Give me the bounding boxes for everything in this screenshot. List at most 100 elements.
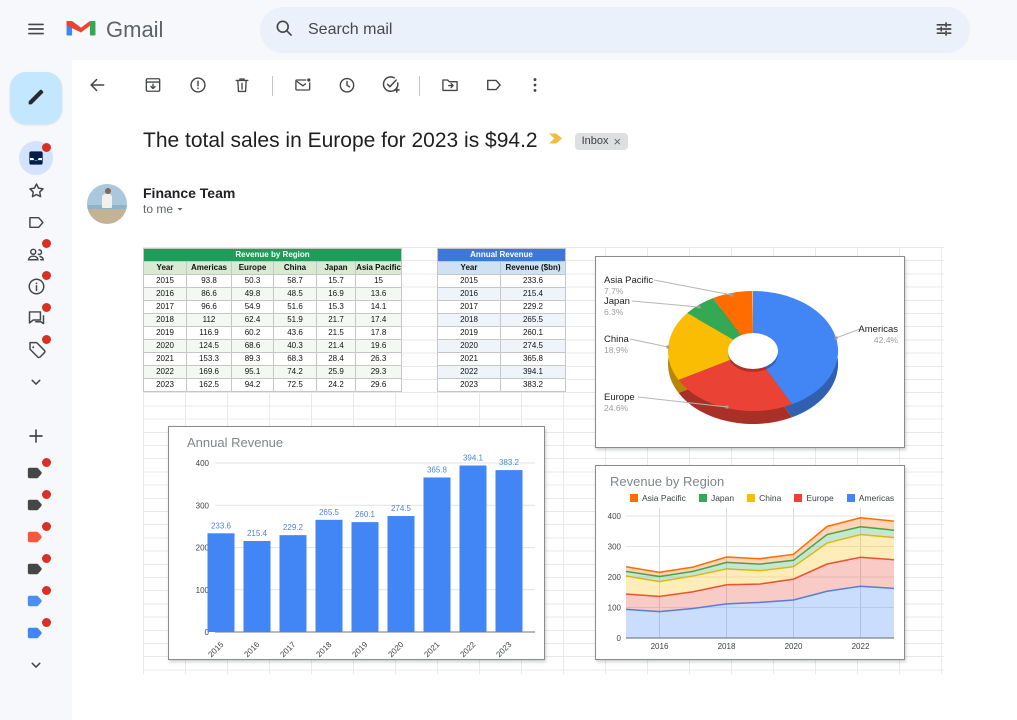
sidebar-item-add[interactable]	[14, 420, 58, 452]
move-to-button[interactable]	[435, 71, 465, 101]
table-cell: 2017	[144, 301, 187, 314]
annual-revenue-table: Annual RevenueYearRevenue ($bn)2015233.6…	[437, 248, 565, 392]
sidebar-item-starred[interactable]	[14, 174, 58, 206]
table-cell: 51.9	[274, 314, 317, 327]
back-button[interactable]	[82, 71, 112, 101]
table-cell: 2022	[438, 366, 501, 379]
area-chart: 20162018202020220100200300400	[596, 466, 904, 659]
bar-value-label: 215.4	[247, 529, 268, 538]
table-row: 2021153.389.368.328.426.3	[144, 353, 402, 366]
bar	[460, 465, 487, 632]
pie-slice-label: Asia Pacific	[604, 275, 653, 286]
sender-avatar[interactable]	[87, 184, 127, 224]
bar-value-label: 365.8	[427, 465, 448, 474]
sidebar-item-expand-more[interactable]	[14, 366, 58, 398]
table-cell: 40.3	[274, 340, 317, 353]
more-button[interactable]	[520, 71, 550, 101]
table-cell: 2019	[438, 327, 501, 340]
search-bar[interactable]	[260, 7, 970, 53]
notification-dot	[42, 271, 51, 280]
table-row: 2020124.568.640.321.419.6	[144, 340, 402, 353]
bar	[316, 520, 343, 632]
notification-dot	[42, 522, 51, 531]
sidebar-item-user-label-4[interactable]	[14, 553, 58, 585]
table-cell: 25.9	[317, 366, 356, 379]
importance-marker-icon[interactable]	[548, 131, 565, 151]
search-input[interactable]	[306, 20, 924, 40]
search-icon[interactable]	[274, 18, 294, 43]
snooze-button[interactable]	[332, 71, 362, 101]
bar-y-tick: 300	[196, 501, 210, 510]
archive-button[interactable]	[138, 71, 168, 101]
table-row: 2019260.1	[438, 327, 566, 340]
table-cell: 15.7	[317, 275, 356, 288]
sidebar-item-contacts[interactable]	[14, 238, 58, 270]
compose-button[interactable]	[10, 72, 62, 124]
search-options-button[interactable]	[924, 10, 964, 50]
table-cell: 43.6	[274, 327, 317, 340]
bar	[388, 516, 415, 632]
sidebar-item-labels[interactable]	[14, 206, 58, 238]
revenue-by-region-table: Revenue by RegionYearAmericasEuropeChina…	[143, 248, 401, 392]
table-cell: 93.8	[187, 275, 232, 288]
sidebar-item-chat[interactable]	[14, 302, 58, 334]
pie-slice-label: Americas	[858, 324, 898, 335]
inbox-label-chip[interactable]: Inbox ×	[575, 133, 629, 150]
sidebar	[0, 60, 72, 720]
notification-dot	[42, 618, 51, 627]
delete-button[interactable]	[227, 71, 257, 101]
table-cell: 169.6	[187, 366, 232, 379]
sheet-table: Annual RevenueYearRevenue ($bn)2015233.6…	[437, 248, 566, 392]
table-cell: 2016	[438, 288, 501, 301]
sidebar-item-tags[interactable]	[14, 334, 58, 366]
mark-unread-button[interactable]	[288, 71, 318, 101]
table-cell: 95.1	[232, 366, 274, 379]
table-cell: 16.9	[317, 288, 356, 301]
sidebar-item-user-label-3[interactable]	[14, 521, 58, 553]
notification-dot	[42, 303, 51, 312]
spreadsheet-image: Revenue by RegionYearAmericasEuropeChina…	[143, 247, 944, 674]
table-row: 201593.850.358.715.715	[144, 275, 402, 288]
sidebar-item-user-label-1[interactable]	[14, 457, 58, 489]
table-cell: 2023	[438, 379, 501, 392]
labels-button[interactable]	[479, 71, 509, 101]
bar-value-label: 274.5	[391, 504, 412, 513]
bar	[352, 522, 379, 632]
table-cell: 2021	[438, 353, 501, 366]
table-cell: 21.4	[317, 340, 356, 353]
report-spam-button[interactable]	[183, 71, 213, 101]
table-cell: 394.1	[501, 366, 566, 379]
compose-pencil-icon	[25, 86, 47, 111]
add-to-tasks-button[interactable]	[375, 71, 405, 101]
table-cell: 2020	[144, 340, 187, 353]
area-chart-box: Revenue by RegionAsia PacificJapanChinaE…	[595, 465, 905, 660]
bar	[208, 533, 235, 632]
bar-x-tick: 2017	[278, 640, 297, 659]
recipient-dropdown[interactable]: to me	[143, 202, 235, 216]
sender-row: Finance Team to me	[87, 184, 235, 224]
remove-label-icon[interactable]: ×	[614, 135, 622, 148]
bar	[280, 535, 307, 632]
bar-value-label: 394.1	[463, 453, 484, 462]
table-cell: 94.2	[232, 379, 274, 392]
main-menu-button[interactable]	[16, 10, 56, 50]
table-row: 201811262.451.921.717.4	[144, 314, 402, 327]
area-x-tick: 2016	[651, 642, 669, 651]
pie-slice-percent: 6.3%	[604, 307, 624, 317]
table-cell: 365.8	[501, 353, 566, 366]
sidebar-item-user-label-6[interactable]	[14, 617, 58, 649]
sidebar-item-user-label-5[interactable]	[14, 585, 58, 617]
sidebar-item-expand-more[interactable]	[14, 649, 58, 681]
sidebar-item-info[interactable]	[14, 270, 58, 302]
sidebar-item-inbox[interactable]	[14, 142, 58, 174]
add-to-tasks-icon	[380, 74, 401, 98]
gmail-logo[interactable]: Gmail	[64, 14, 163, 45]
bar-x-tick: 2021	[422, 640, 441, 659]
top-bar: Gmail	[0, 0, 1017, 60]
table-header-cell: Year	[144, 262, 187, 275]
bar-x-tick: 2022	[458, 640, 477, 659]
pie-slice-percent: 18.9%	[604, 345, 629, 355]
sidebar-item-user-label-2[interactable]	[14, 489, 58, 521]
table-header-cell: Americas	[187, 262, 232, 275]
table-cell: 2019	[144, 327, 187, 340]
